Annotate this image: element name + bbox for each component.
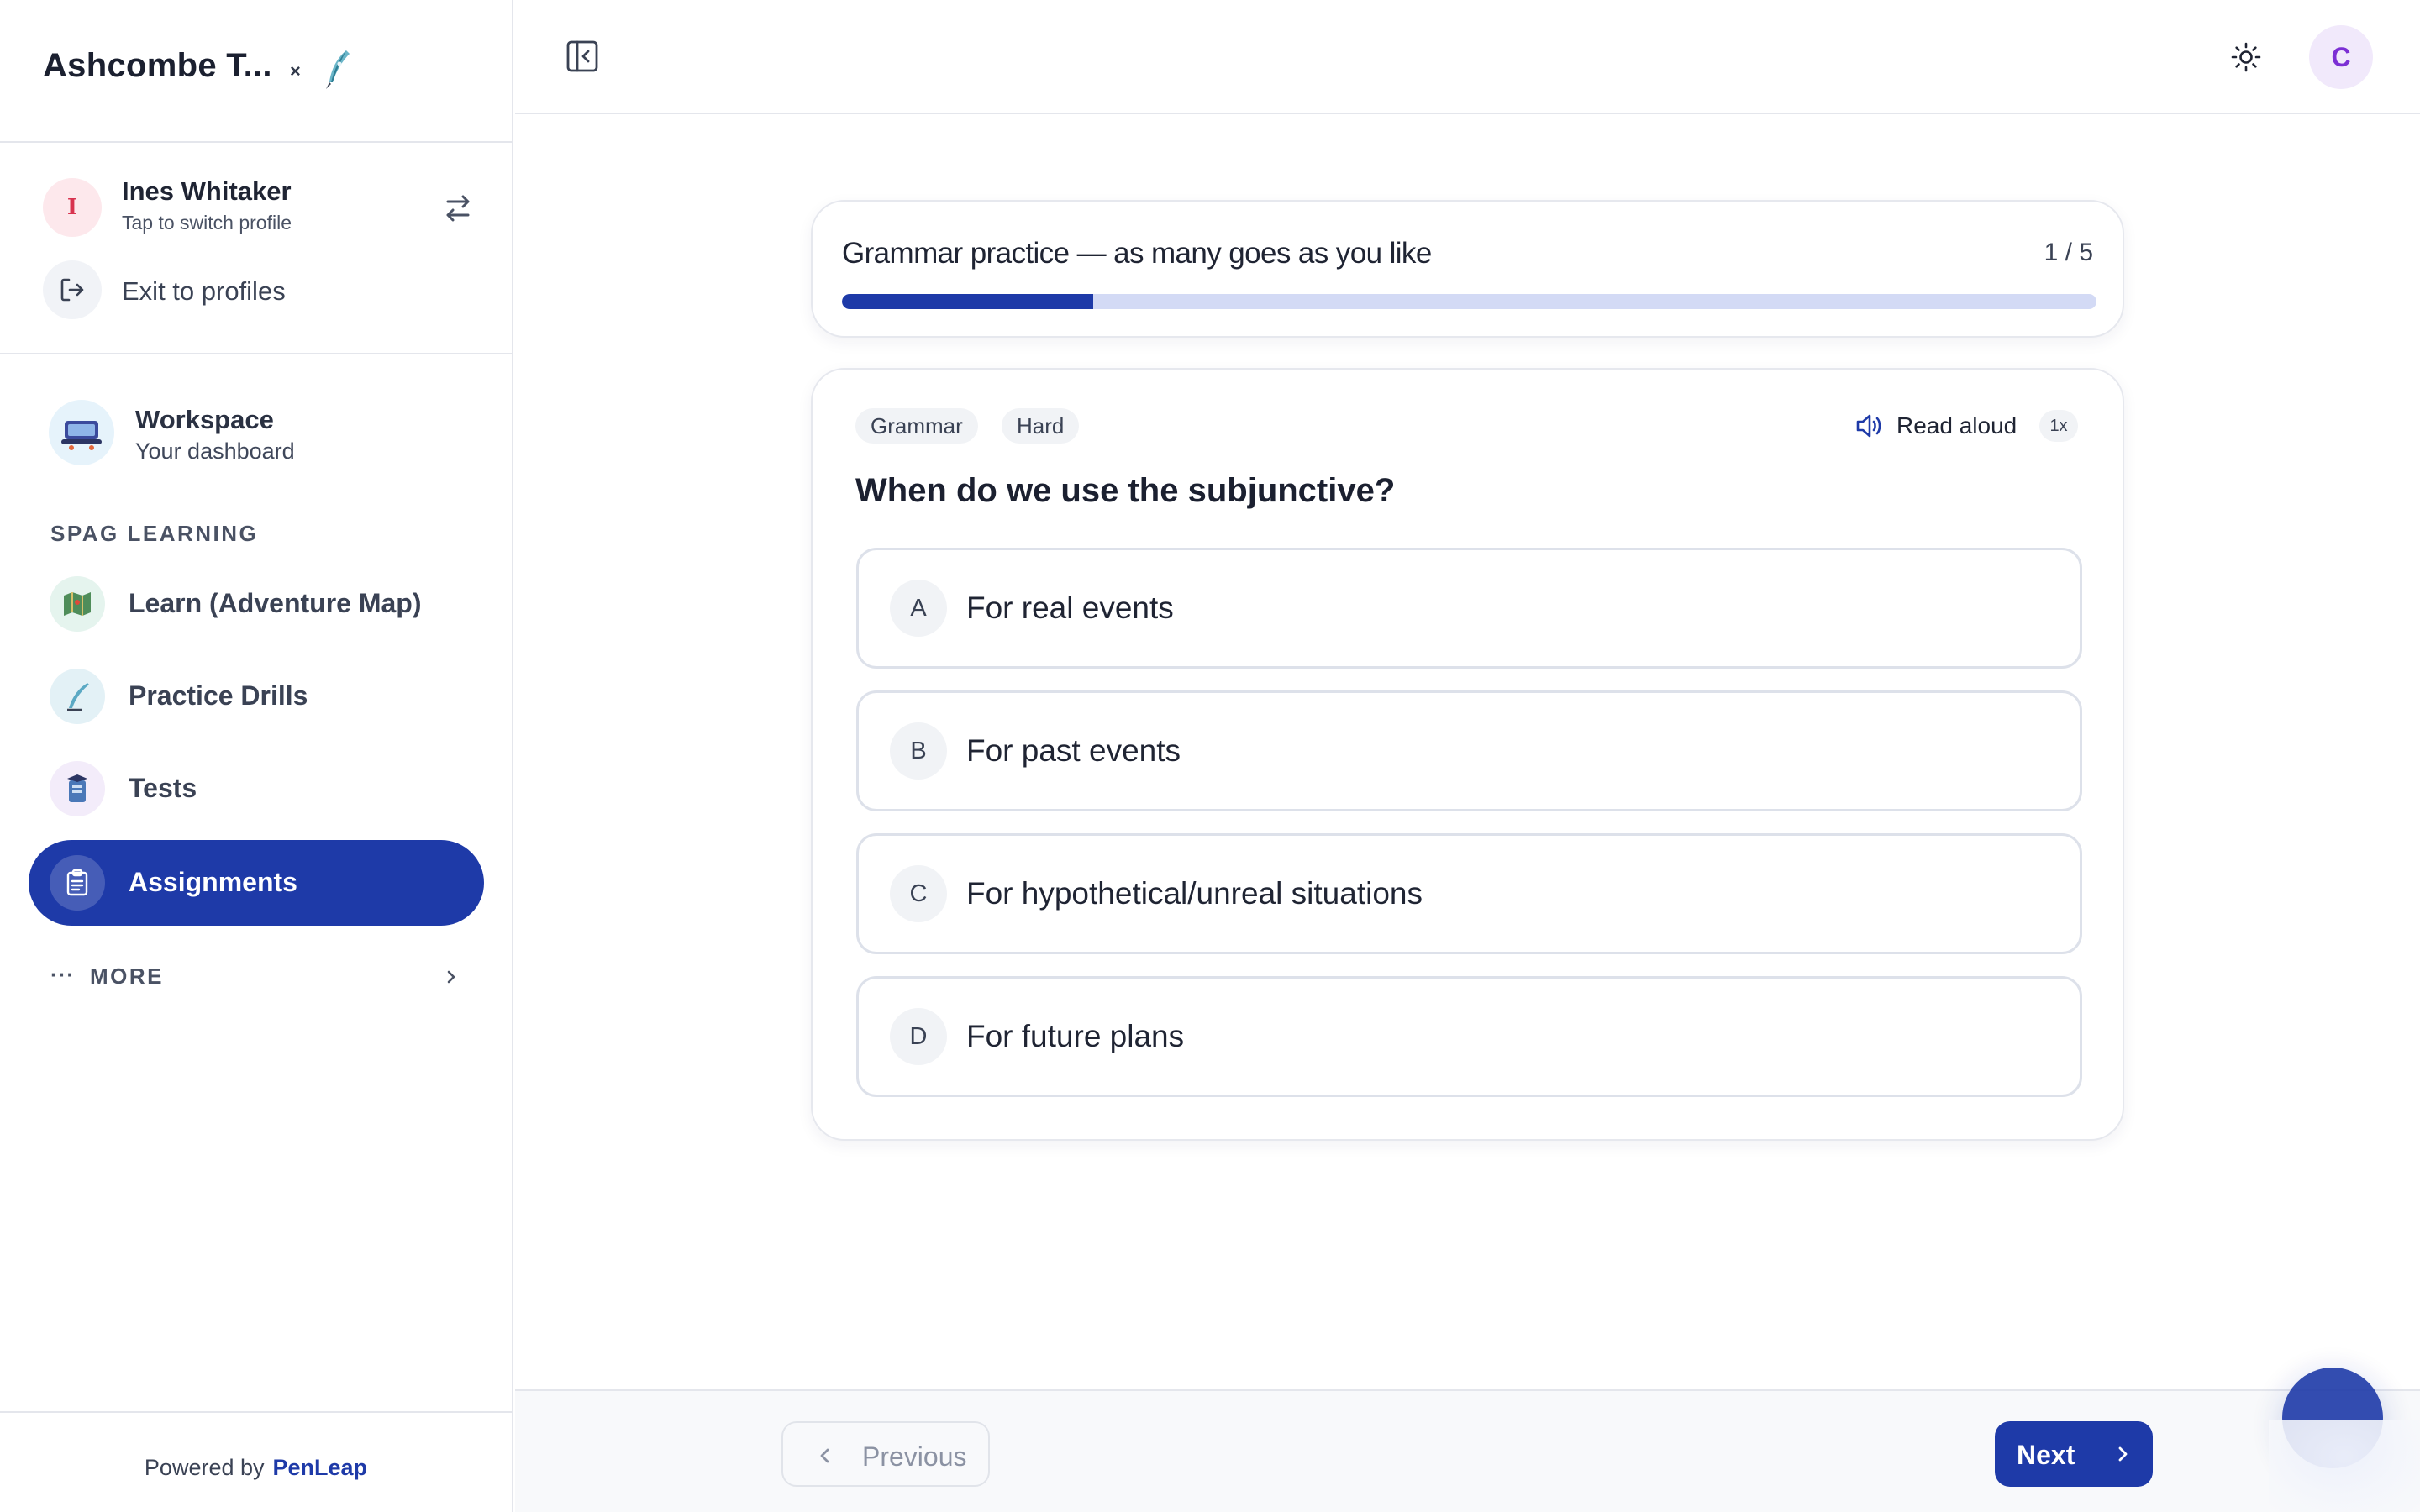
next-label: Next: [2017, 1440, 2075, 1470]
chevron-right-icon: [447, 970, 455, 984]
practice-progress-card: Grammar practice — as many goes as you l…: [811, 200, 2124, 338]
question-navigation: Previous Next: [515, 1389, 2420, 1512]
read-aloud-button[interactable]: Read aloud: [1854, 408, 2017, 444]
answer-option-a[interactable]: A For real events: [856, 548, 2082, 669]
previous-label: Previous: [862, 1441, 967, 1472]
profile-section: I Ines Whitaker Tap to switch profile Ex…: [0, 144, 512, 354]
speed-toggle[interactable]: 1x: [2039, 410, 2078, 442]
sidebar-footer: Powered by PenLeap: [0, 1411, 512, 1512]
workspace-subtitle: Your dashboard: [135, 438, 295, 464]
section-label-spag: SPAG LEARNING: [50, 521, 259, 546]
workspace-link[interactable]: Workspace: [135, 405, 274, 435]
progress-bar: [842, 294, 2096, 309]
workspace-icon[interactable]: [49, 400, 114, 465]
floating-button-overlay: [2269, 1420, 2420, 1512]
more-label: MORE: [90, 963, 164, 989]
more-menu-toggle[interactable]: ··· MORE: [50, 960, 462, 994]
profile-subtitle: Tap to switch profile: [122, 212, 292, 234]
exit-icon[interactable]: [43, 260, 102, 319]
sidebar-item-label: Learn (Adventure Map): [129, 588, 422, 618]
chevron-right-icon: [2118, 1446, 2128, 1462]
school-name: Ashcombe T...: [43, 47, 272, 84]
question-text: When do we use the subjunctive?: [855, 472, 1396, 509]
test-icon: [50, 761, 105, 816]
chevron-left-icon: [820, 1448, 829, 1463]
option-letter: A: [890, 580, 947, 637]
penleap-link[interactable]: PenLeap: [273, 1455, 368, 1480]
sidebar-item-label: Assignments: [129, 867, 297, 897]
sidebar-item-practice-drills[interactable]: Practice Drills: [29, 654, 484, 739]
sidebar-item-assignments[interactable]: Assignments: [29, 840, 484, 926]
question-card: Grammar Hard Read aloud 1x When do we us…: [811, 368, 2124, 1141]
sidebar-item-learn[interactable]: Learn (Adventure Map): [29, 561, 484, 647]
brand-separator: ×: [290, 60, 301, 81]
answer-option-c[interactable]: C For hypothetical/unreal situations: [856, 833, 2082, 954]
option-letter: B: [890, 722, 947, 780]
switch-profile-icon[interactable]: [439, 192, 476, 225]
quill-logo-icon: [326, 50, 350, 89]
option-text: For hypothetical/unreal situations: [966, 876, 1423, 911]
practice-title: Grammar practice — as many goes as you l…: [842, 237, 1432, 270]
main-content: Grammar practice — as many goes as you l…: [515, 116, 2420, 1389]
powered-by: Powered by PenLeap: [0, 1455, 512, 1481]
sidebar-item-label: Practice Drills: [129, 680, 308, 711]
read-aloud-label: Read aloud: [1897, 412, 2018, 438]
option-text: For real events: [966, 591, 1174, 625]
option-text: For future plans: [966, 1019, 1185, 1053]
clipboard-icon: [50, 855, 105, 911]
option-letter: C: [890, 865, 947, 922]
top-bar: C: [515, 0, 2420, 114]
collapse-sidebar-icon[interactable]: [566, 39, 599, 74]
sidebar-brand: Ashcombe T... ×: [0, 0, 512, 143]
map-icon: [50, 576, 105, 632]
previous-button[interactable]: Previous: [781, 1421, 990, 1487]
theme-toggle-icon[interactable]: [2229, 40, 2263, 74]
quill-icon: [50, 669, 105, 724]
profile-name[interactable]: Ines Whitaker: [122, 176, 292, 207]
next-button[interactable]: Next: [1995, 1421, 2153, 1487]
subject-tag: Grammar: [855, 408, 978, 444]
sidebar: Ashcombe T... × I Ines Whitaker Tap to s…: [0, 0, 513, 1512]
powered-by-label: Powered by: [144, 1455, 265, 1480]
sidebar-item-label: Tests: [129, 773, 197, 803]
more-dots-icon: ···: [50, 962, 75, 987]
question-counter: 1 / 5: [2044, 239, 2093, 266]
profile-avatar[interactable]: I: [43, 178, 102, 237]
option-text: For past events: [966, 733, 1181, 768]
option-letter: D: [890, 1008, 947, 1065]
user-avatar[interactable]: C: [2309, 25, 2373, 89]
answer-option-b[interactable]: B For past events: [856, 690, 2082, 811]
answer-option-d[interactable]: D For future plans: [856, 976, 2082, 1097]
exit-to-profiles-link[interactable]: Exit to profiles: [122, 276, 286, 307]
progress-bar-fill: [842, 294, 1093, 309]
difficulty-tag: Hard: [1002, 408, 1080, 444]
sidebar-item-tests[interactable]: Tests: [29, 746, 484, 832]
speaker-icon: [1856, 414, 1881, 438]
